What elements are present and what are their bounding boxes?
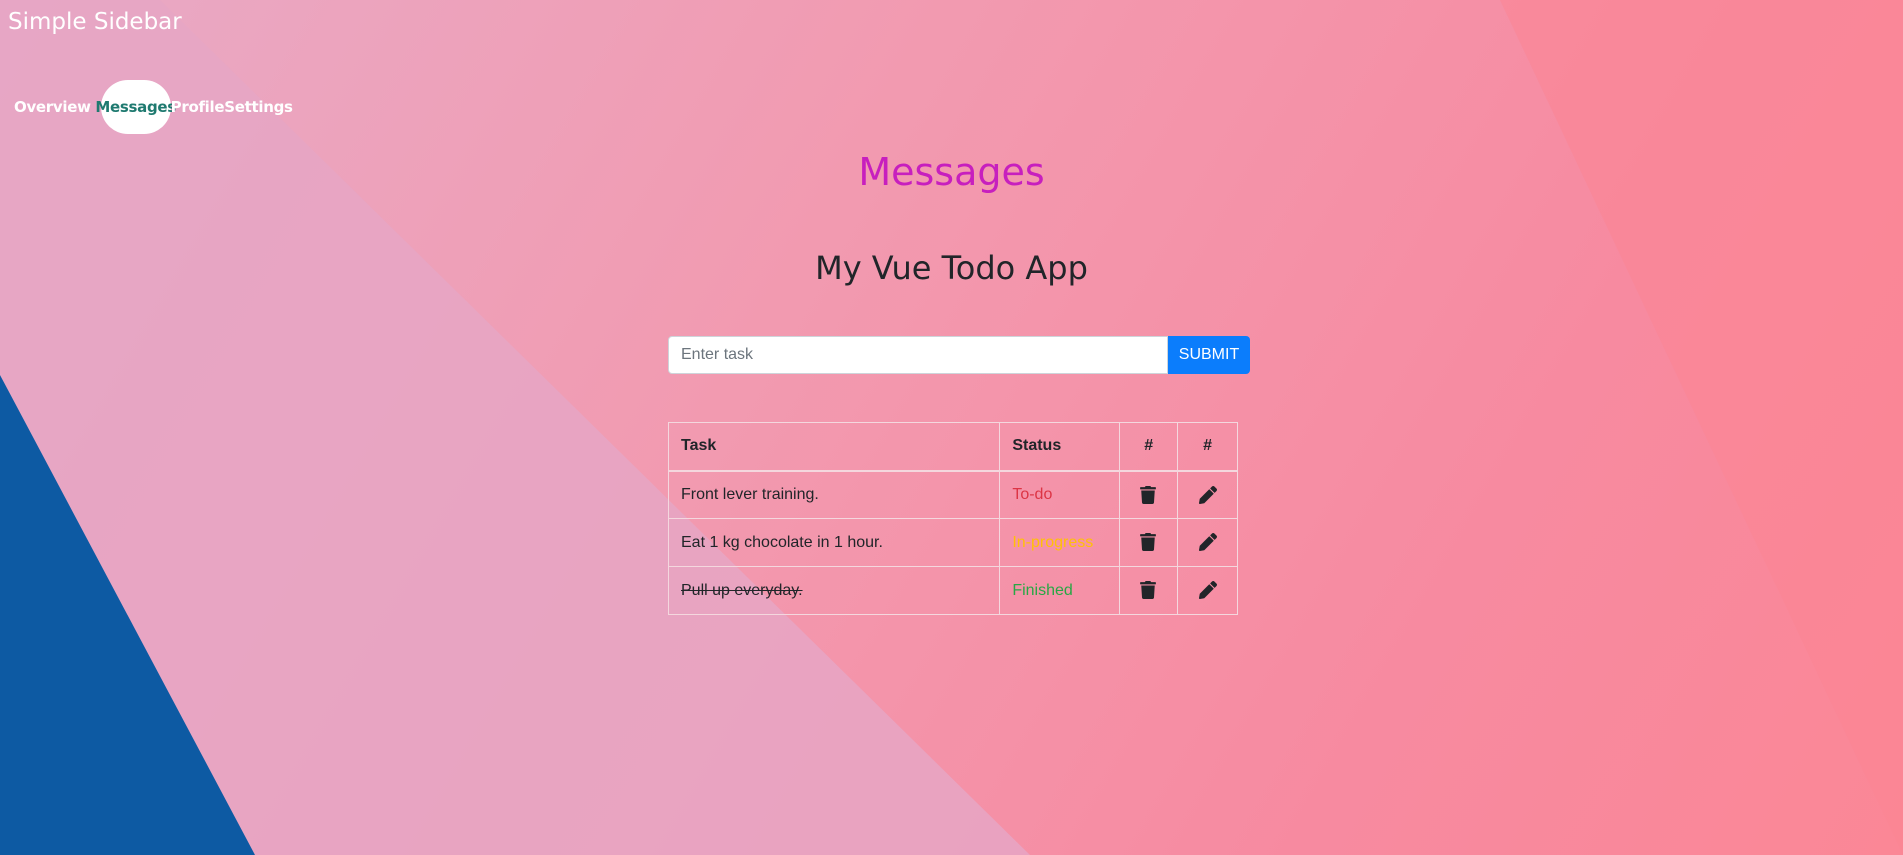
delete-cell [1119,566,1179,615]
page-title: Messages [858,150,1045,194]
sidebar-item-overview[interactable]: Overview [0,80,101,134]
submit-button[interactable]: SUBMIT [1168,336,1250,374]
header-task: Task [667,422,1001,472]
sidebar-item-messages[interactable]: Messages [95,80,176,134]
pencil-icon[interactable] [1198,533,1217,552]
table-header-row: Task Status # # [667,422,1238,472]
trash-icon[interactable] [1139,485,1158,504]
sidebar-nav: Overview Messages Profile Settings [0,80,293,134]
task-status[interactable]: Finished [999,566,1121,615]
task-status[interactable]: In-progress [999,518,1121,567]
task-text: Front lever training. [667,470,1001,519]
table-row: Front lever training. To-do [667,470,1238,519]
delete-cell [1119,518,1179,567]
delete-cell [1119,470,1179,519]
table-row: Eat 1 kg chocolate in 1 hour. In-progres… [667,518,1238,567]
edit-cell [1177,470,1238,519]
task-text: Pull up everyday. [667,566,1001,615]
pencil-icon[interactable] [1198,581,1217,600]
sidebar-brand[interactable]: Simple Sidebar [8,9,182,35]
edit-cell [1177,518,1238,567]
pencil-icon[interactable] [1198,485,1217,504]
header-delete: # [1119,422,1179,472]
sidebar-item-settings[interactable]: Settings [224,80,293,134]
sidebar-item-profile[interactable]: Profile [171,80,225,134]
task-text: Eat 1 kg chocolate in 1 hour. [667,518,1001,567]
task-status[interactable]: To-do [999,470,1121,519]
task-input[interactable] [668,336,1168,374]
table-row: Pull up everyday. Finished [667,566,1238,615]
trash-icon[interactable] [1139,533,1158,552]
header-status: Status [999,422,1121,472]
edit-cell [1177,566,1238,615]
header-edit: # [1177,422,1238,472]
task-form: SUBMIT [668,336,1250,374]
trash-icon[interactable] [1139,581,1158,600]
todo-table: Task Status # # Front lever training. To… [667,422,1238,615]
app-title: My Vue Todo App [815,249,1088,287]
